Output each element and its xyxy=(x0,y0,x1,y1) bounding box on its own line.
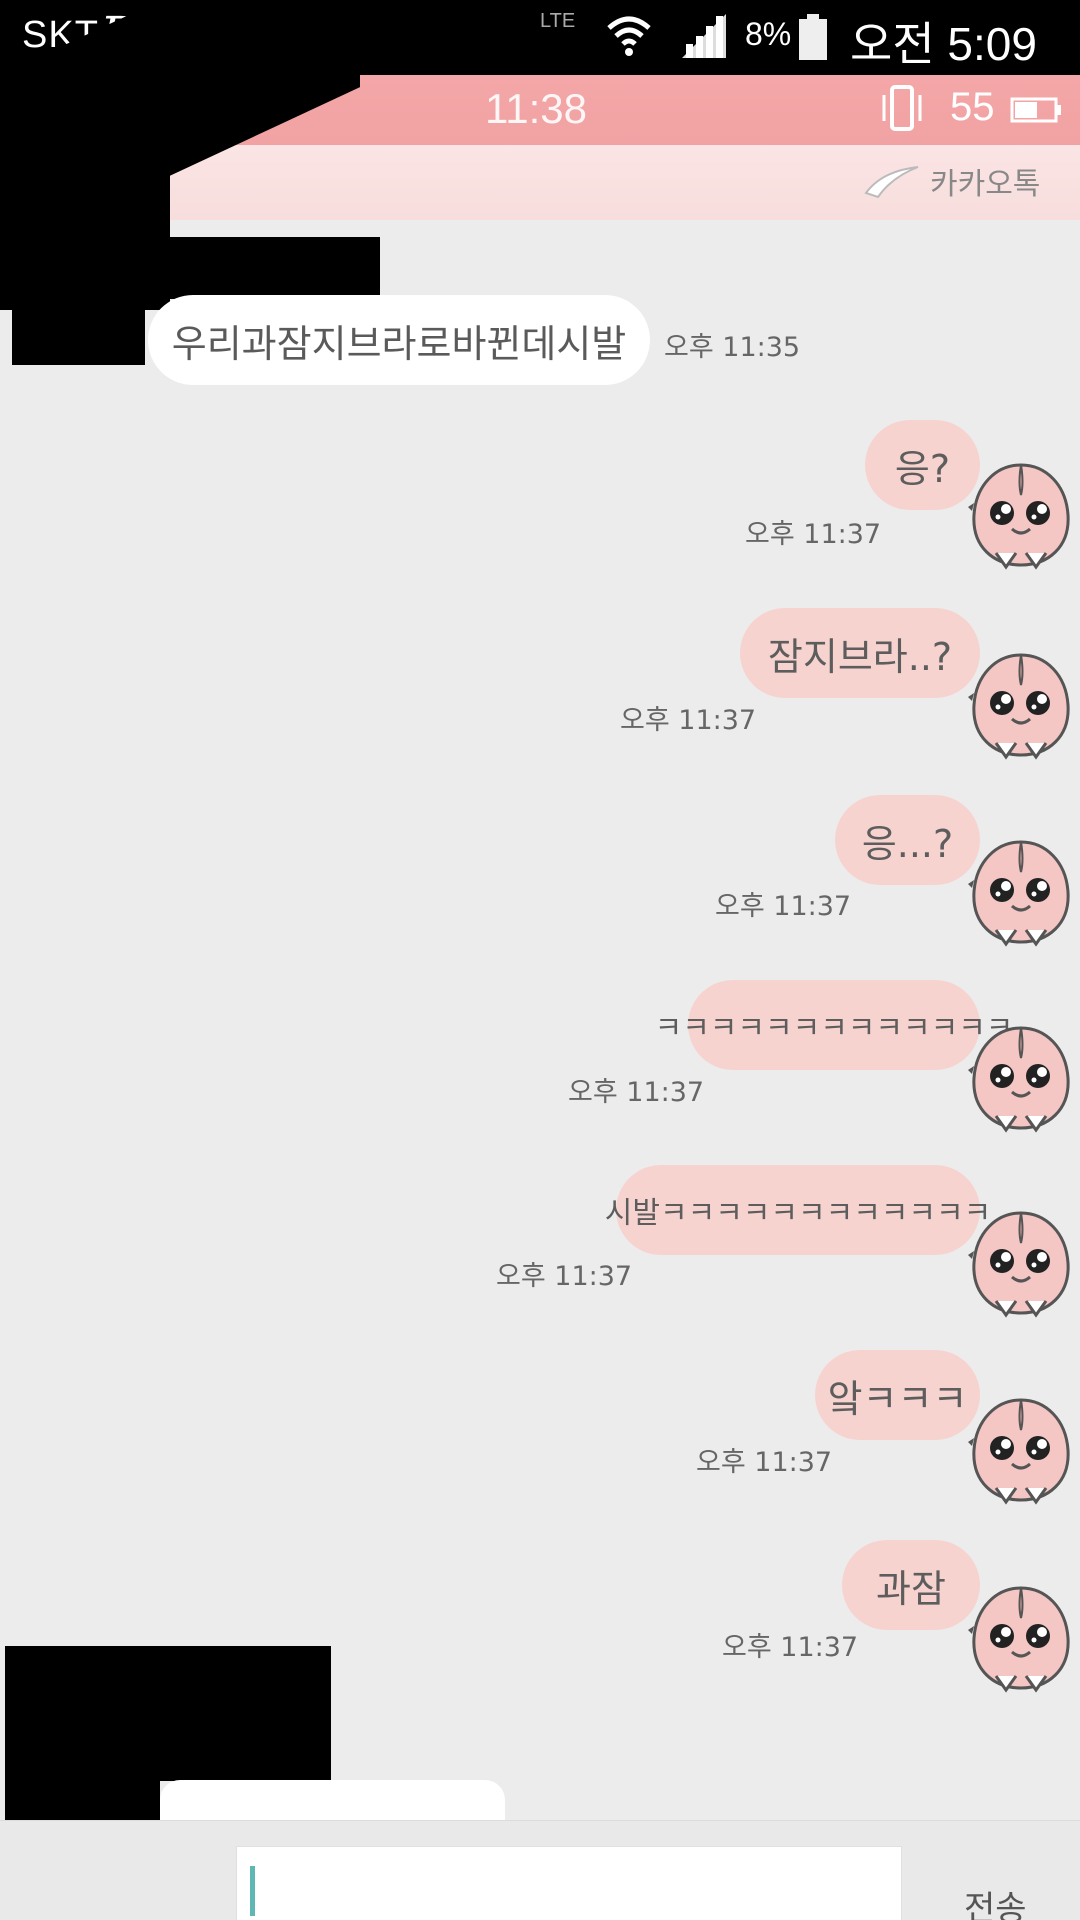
message-timestamp: 오후 11:37 xyxy=(496,1261,633,1292)
apeach-avatar-icon[interactable] xyxy=(966,1578,1076,1698)
apeach-avatar-icon[interactable] xyxy=(966,1203,1076,1323)
app-logo: 카카오톡 xyxy=(930,167,1041,202)
system-clock: 오전 5:09 xyxy=(850,18,1037,70)
message-text: 앜ㅋㅋㅋ xyxy=(827,1376,968,1421)
outgoing-message-bubble[interactable]: 과잠 xyxy=(842,1540,980,1630)
incoming-message-bubble-partial[interactable] xyxy=(160,1780,505,1820)
message-text: 응...? xyxy=(861,821,954,866)
message-timestamp: 오후 11:37 xyxy=(620,705,757,736)
kakaotalk-chat-screen: { "system_status": { "carrier": "SKT", "… xyxy=(0,0,1080,1920)
outgoing-message-bubble[interactable]: 잠지브라..? xyxy=(740,608,980,698)
network-type-label: LTE xyxy=(540,10,576,32)
message-text: ㅋㅋㅋㅋㅋㅋㅋㅋㅋㅋㅋㅋㅋ xyxy=(654,1011,1014,1046)
send-button[interactable]: 전송 xyxy=(964,1881,1027,1920)
apeach-avatar-icon[interactable] xyxy=(966,455,1076,575)
apeach-avatar-icon[interactable] xyxy=(966,832,1076,952)
message-text: 잠지브라..? xyxy=(767,634,953,679)
message-timestamp: 오후 11:37 xyxy=(722,1632,859,1663)
outgoing-message-bubble[interactable]: 응? xyxy=(865,420,980,510)
apeach-avatar-icon[interactable] xyxy=(966,645,1076,765)
signal-icon xyxy=(682,14,726,58)
message-text: 응? xyxy=(894,446,951,491)
message-text: 시발ㅋㅋㅋㅋㅋㅋㅋㅋㅋㅋㅋㅋ xyxy=(604,1196,992,1231)
message-timestamp: 오후 11:35 xyxy=(664,332,801,363)
outgoing-message-bubble[interactable]: 응...? xyxy=(835,795,980,885)
apeach-avatar-icon[interactable] xyxy=(966,1390,1076,1510)
message-timestamp: 오후 11:37 xyxy=(745,519,882,550)
apeach-avatar-icon[interactable] xyxy=(966,1018,1076,1138)
outgoing-message-bubble[interactable]: 앜ㅋㅋㅋ xyxy=(815,1350,980,1440)
message-timestamp: 오후 11:37 xyxy=(568,1077,705,1108)
message-input[interactable] xyxy=(236,1846,902,1920)
message-timestamp: 오후 11:37 xyxy=(715,891,852,922)
captured-time: 11:38 xyxy=(485,85,587,132)
redaction-block xyxy=(12,290,145,365)
battery-percent: 8% xyxy=(745,16,792,52)
captured-battery-icon xyxy=(1010,97,1061,123)
redaction-block xyxy=(5,1646,331,1781)
message-composer: 전송 xyxy=(0,1820,1080,1920)
message-text: 우리과잠지브라로바뀐데시발 xyxy=(171,321,627,366)
vibrate-icon xyxy=(882,85,922,131)
wifi-icon xyxy=(607,16,651,56)
message-timestamp: 오후 11:37 xyxy=(696,1447,833,1478)
text-caret xyxy=(250,1866,255,1916)
incoming-message-bubble[interactable]: 우리과잠지브라로바뀐데시발 xyxy=(148,295,650,385)
outgoing-message-bubble[interactable]: 시발ㅋㅋㅋㅋㅋㅋㅋㅋㅋㅋㅋㅋ xyxy=(605,1165,991,1255)
captured-battery-percent: 55 xyxy=(950,85,995,129)
outgoing-message-bubble[interactable]: ㅋㅋㅋㅋㅋㅋㅋㅋㅋㅋㅋㅋㅋ xyxy=(655,980,1013,1070)
battery-icon xyxy=(799,14,827,60)
message-text: 과잠 xyxy=(876,1566,946,1611)
brush-icon xyxy=(864,166,919,199)
